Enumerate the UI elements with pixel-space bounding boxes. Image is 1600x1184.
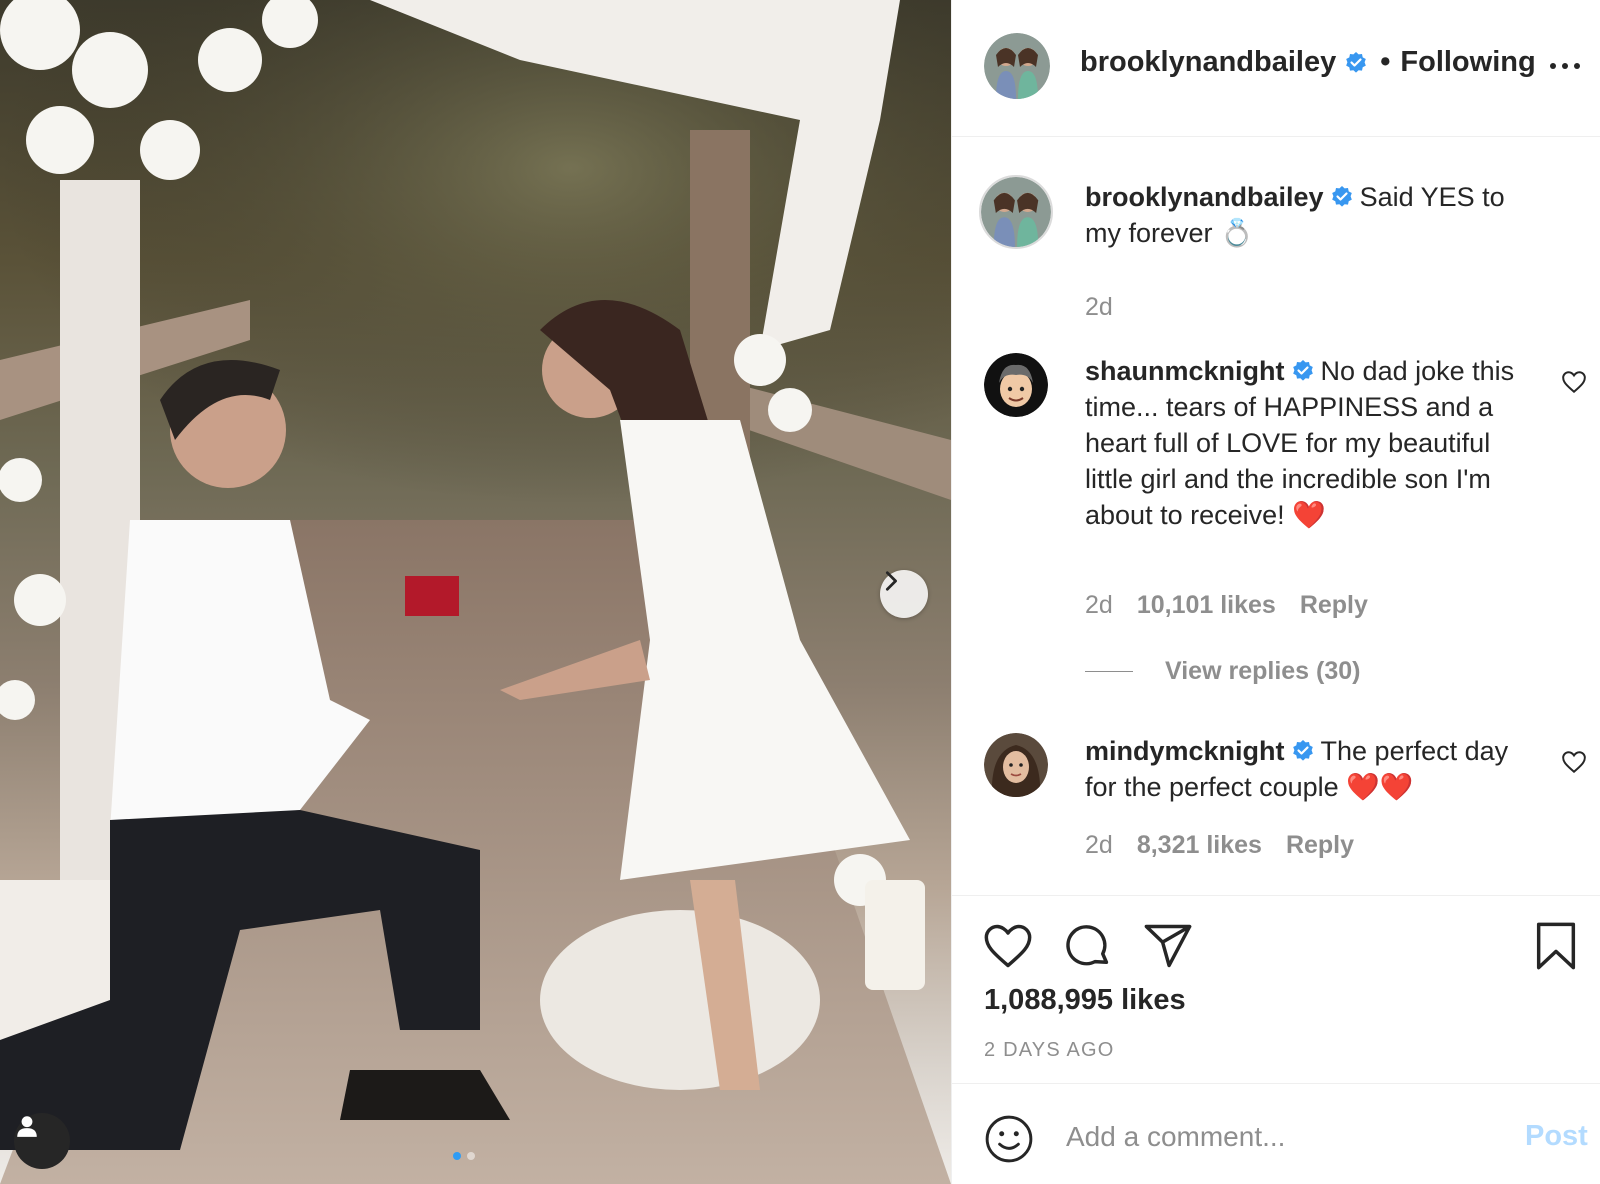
verified-badge-icon [1346,51,1367,73]
more-options-icon [1550,63,1556,69]
comment-time[interactable]: 2d [1085,591,1113,620]
chevron-right-icon [885,571,897,591]
user-tag-icon [17,1116,37,1137]
post-header: brooklynandbailey • Following [952,0,1600,137]
reply-button[interactable]: Reply [1300,591,1368,620]
more-dot [1562,63,1568,69]
verified-badge-icon [1331,186,1352,207]
following-button[interactable]: Following [1400,46,1535,79]
replies-divider [1085,671,1133,672]
comment-like-heart-icon[interactable] [1561,369,1587,395]
commenter-avatar[interactable] [984,733,1048,797]
like-count[interactable]: 1,088,995 likes [984,984,1186,1017]
post-actions: 1,088,995 likes 2 DAYS AGO [952,895,1600,1085]
caption-avatar[interactable] [979,175,1053,249]
comment-likes[interactable]: 8,321 likes [1137,831,1262,860]
add-comment-bar: Post [952,1083,1600,1184]
more-dot [1574,63,1580,69]
author-avatar[interactable] [984,33,1050,99]
caption-time[interactable]: 2d [1085,293,1113,322]
post-photo[interactable] [0,0,951,1184]
comment-username[interactable]: shaunmcknight [1085,356,1285,386]
post-side-panel: brooklynandbailey • Following brooklynan… [951,0,1600,1184]
proposal-photo-illustration [0,0,951,1184]
bookmark-icon[interactable] [1530,920,1582,972]
view-replies-button[interactable]: View replies (30) [1085,657,1360,686]
reply-button[interactable]: Reply [1286,831,1354,860]
caption-text: brooklynandbailey Said YES to my forever … [1085,179,1535,251]
comment-bubble-icon[interactable] [1062,920,1114,972]
commenter-avatar[interactable] [984,353,1048,417]
carousel-dot-active [453,1152,461,1160]
carousel-next-button[interactable] [880,570,928,618]
comment-username[interactable]: mindymcknight [1085,736,1285,766]
comment-input[interactable] [1064,1110,1498,1164]
paper-plane-icon[interactable] [1142,920,1194,972]
smiley-icon[interactable] [984,1114,1034,1164]
comment-time[interactable]: 2d [1085,831,1113,860]
separator-dot: • [1380,46,1391,78]
comments-list[interactable]: brooklynandbailey Said YES to my forever … [952,137,1600,895]
post-time-ago[interactable]: 2 DAYS AGO [984,1039,1115,1062]
comment-like-heart-icon[interactable] [1561,749,1587,775]
verified-badge-icon [1292,740,1313,761]
carousel-dot [467,1152,475,1160]
tagged-users-button[interactable] [14,1113,70,1169]
caption-meta: 2d [1085,293,1113,322]
more-options-button[interactable] [1550,63,1580,69]
view-replies-label: View replies (30) [1165,657,1361,685]
post-comment-button[interactable]: Post [1525,1120,1588,1153]
carousel-indicator [453,1152,475,1160]
comment-meta: 2d 8,321 likes Reply [1085,831,1354,860]
author-line: brooklynandbailey • Following [1080,46,1536,79]
comment-meta: 2d 10,101 likes Reply [1085,591,1368,620]
heart-icon[interactable] [982,920,1034,972]
comment-likes[interactable]: 10,101 likes [1137,591,1276,620]
caption-username[interactable]: brooklynandbailey [1085,182,1324,212]
comment-text: mindymcknight The perfect day for the per… [1085,733,1535,805]
verified-badge-icon [1292,360,1313,381]
comment-text: shaunmcknight No dad joke this time... te… [1085,353,1535,533]
author-username[interactable]: brooklynandbailey [1080,46,1336,79]
